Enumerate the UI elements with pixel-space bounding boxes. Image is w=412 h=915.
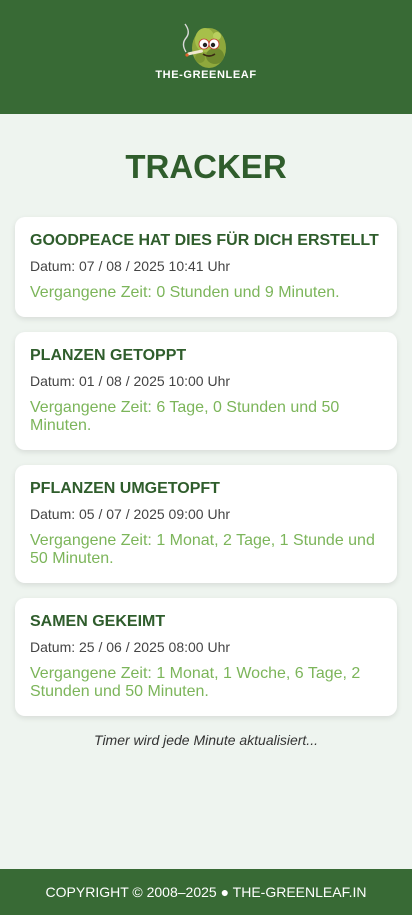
entry-elapsed-time: Vergangene Zeit: 0 Stunden und 9 Minuten… (30, 284, 340, 301)
tracker-card-1: GOODPEACE HAT DIES FÜR DICH ERSTELLT Dat… (15, 217, 397, 317)
copyright-text: COPYRIGHT © 2008–2025 ● THE-GREENLEAF.IN (45, 884, 367, 900)
update-note: Timer wird jede Minute aktualisiert... (94, 732, 318, 748)
site-footer: COPYRIGHT © 2008–2025 ● THE-GREENLEAF.IN (0, 869, 412, 915)
page-title: TRACKER (125, 148, 287, 185)
entry-elapsed-time: Vergangene Zeit: 1 Monat, 1 Woche, 6 Tag… (30, 665, 361, 700)
entry-date: Datum: 07 / 08 / 2025 10:41 Uhr (30, 258, 231, 274)
entry-title: GOODPEACE HAT DIES FÜR DICH ERSTELLT (30, 232, 379, 249)
entry-title: PLANZEN GETOPPT (30, 347, 187, 364)
entry-elapsed-time: Vergangene Zeit: 6 Tage, 0 Stunden und 5… (30, 399, 340, 434)
logo-text: THE-GREENLEAF (155, 69, 257, 81)
tracker-card-4: SAMEN GEKEIMT Datum: 25 / 06 / 2025 08:0… (15, 598, 397, 716)
greenleaf-mascot-icon (182, 23, 226, 68)
entry-title: SAMEN GEKEIMT (30, 613, 166, 630)
entry-elapsed-time: Vergangene Zeit: 1 Monat, 2 Tage, 1 Stun… (30, 532, 375, 567)
entry-date: Datum: 05 / 07 / 2025 09:00 Uhr (30, 506, 231, 522)
entry-title: PFLANZEN UMGETOPFT (30, 480, 220, 497)
entry-date: Datum: 25 / 06 / 2025 08:00 Uhr (30, 639, 231, 655)
tracker-card-2: PLANZEN GETOPPT Datum: 01 / 08 / 2025 10… (15, 332, 397, 450)
tracker-card-3: PFLANZEN UMGETOPFT Datum: 05 / 07 / 2025… (15, 465, 397, 583)
site-header: THE-GREENLEAF (0, 0, 412, 114)
entry-date: Datum: 01 / 08 / 2025 10:00 Uhr (30, 373, 231, 389)
